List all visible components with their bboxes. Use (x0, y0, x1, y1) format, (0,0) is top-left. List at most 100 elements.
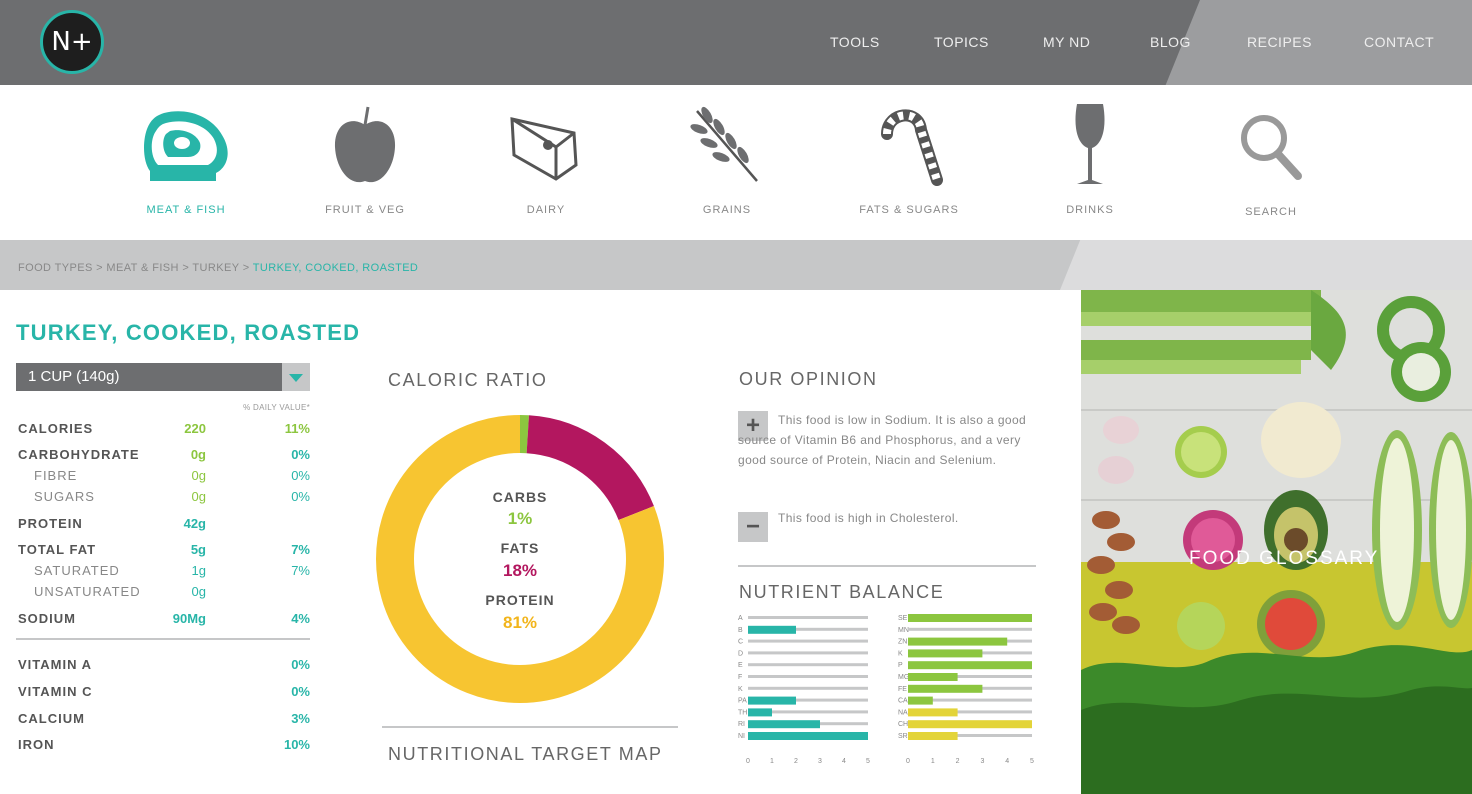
logo[interactable]: N+ (40, 10, 104, 74)
category-label: GRAINS (702, 204, 752, 216)
bar-label: P (898, 662, 903, 669)
nutrient-pct: 7% (291, 563, 310, 578)
category-drinks[interactable]: DRINKS (1030, 100, 1150, 216)
slice-label: CARBS (493, 489, 548, 505)
portion-select[interactable]: 1 CUP (140g) (16, 363, 310, 391)
nutrient-name: PROTEIN (18, 516, 83, 531)
bar-label: NA (898, 709, 908, 716)
bar-track (748, 651, 868, 655)
candy-cane-icon (881, 109, 943, 186)
chevron-down-icon[interactable] (282, 363, 310, 391)
vegetables-photo (1081, 290, 1472, 794)
tick-label: 3 (980, 758, 984, 765)
bar-track (748, 639, 868, 643)
nutritional-target-map-title: NUTRITIONAL TARGET MAP (388, 744, 663, 764)
nav-blog[interactable]: BLOG (1150, 34, 1191, 50)
category-fats-sugars[interactable]: FATS & SUGARS (849, 100, 969, 216)
divider (738, 565, 1036, 567)
bar-track (748, 686, 868, 690)
nav-contact[interactable]: CONTACT (1364, 34, 1434, 50)
bar-ca (908, 696, 933, 705)
nutrient-value: 1g (191, 563, 206, 578)
food-glossary-label[interactable]: FOOD GLOSSARY (1189, 548, 1379, 570)
nutrient-balance-title: NUTRIENT BALANCE (739, 582, 945, 602)
bar-k (908, 649, 983, 658)
bar-ch (908, 720, 1032, 729)
wine-glass-icon (1075, 104, 1105, 184)
search-icon (1241, 115, 1302, 180)
nutrient-name: CARBOHYDRATE (18, 447, 140, 462)
category-label: FATS & SUGARS (859, 204, 959, 216)
category-label: SEARCH (1245, 206, 1297, 218)
nutrient-pct: 0% (291, 447, 310, 462)
wheat-icon (690, 106, 758, 182)
vitamin-name: VITAMIN A (18, 657, 92, 672)
bar-track (748, 663, 868, 667)
nutrient-balance-chart: ABCDEFKPATHRINI0 1 2 3 4 5SEMNZNKPMGFECANACHS… (738, 614, 1034, 765)
bar-fe (908, 684, 983, 693)
bar-label: K (898, 650, 903, 657)
bar-label: MN (898, 627, 909, 634)
breadcrumb: FOOD TYPES > MEAT & FISH > TURKEY > TURK… (18, 262, 418, 274)
nav-recipes[interactable]: RECIPES (1247, 34, 1312, 50)
bar-label: E (738, 662, 743, 669)
bar-label: A (738, 615, 743, 622)
tick-label: 0 (746, 758, 750, 765)
nutrient-pct: 0% (291, 489, 310, 504)
bar-th (748, 708, 772, 717)
bar-label: MG (898, 674, 909, 681)
bar-label: PA (738, 698, 747, 705)
slice-value: 1% (508, 509, 533, 528)
bar-label: NI (738, 733, 745, 740)
bar-label: TH (738, 709, 747, 716)
bar-pa (748, 696, 796, 705)
category-label: DRINKS (1066, 204, 1114, 216)
opinion-positive-text: This food is low in Sodium. It is also a… (738, 413, 1027, 467)
nutrient-value: 5g (190, 542, 206, 557)
nutrient-value: 0g (191, 468, 206, 483)
bar-p (908, 661, 1032, 670)
nav-tools[interactable]: TOOLS (830, 34, 880, 50)
nav-my-nd[interactable]: MY ND (1043, 34, 1090, 50)
category-meat-fish[interactable]: MEAT & FISH (126, 100, 246, 216)
nutrient-row-protein: PROTEIN 42g (18, 516, 310, 536)
food-title: TURKEY, COOKED, ROASTED (16, 320, 361, 345)
nutrient-value: 42g (183, 516, 206, 531)
vitamin-name: CALCIUM (18, 711, 85, 726)
category-label: DAIRY (526, 204, 566, 216)
bar-sr (908, 732, 958, 740)
vitamin-pct: 0% (291, 684, 310, 699)
bar-track (908, 627, 1032, 631)
bar-label: F (738, 674, 742, 681)
nav-topics[interactable]: TOPICS (934, 34, 989, 50)
bar-track (748, 675, 868, 678)
vitamin-row-calcium: CALCIUM 3% (18, 711, 310, 731)
nutrient-value: 0g (190, 447, 206, 462)
logo-text: N+ (51, 27, 93, 57)
nutrient-row-total-fat: TOTAL FAT 5g 7% (18, 542, 310, 562)
nutrient-name: SUGARS (34, 489, 95, 504)
breadcrumb-current: TURKEY, COOKED, ROASTED (252, 262, 419, 274)
vitamin-row-iron: IRON 10% (18, 737, 310, 757)
tick-label: 4 (842, 758, 846, 765)
category-dairy[interactable]: DAIRY (486, 100, 606, 216)
category-search[interactable]: SEARCH (1211, 102, 1331, 218)
tick-label: 2 (956, 758, 960, 765)
slice-value: 18% (503, 561, 537, 580)
nutrient-value: 0g (191, 584, 206, 599)
vitamin-pct: 10% (283, 737, 310, 752)
minus-icon: − (738, 512, 768, 542)
steak-icon (144, 111, 228, 181)
bar-label: C (738, 639, 743, 646)
food-glossary-image[interactable] (1081, 290, 1472, 794)
apple-icon (334, 106, 396, 183)
tick-label: 1 (931, 758, 935, 765)
tick-label: 5 (1030, 758, 1034, 765)
nutrient-name: CALORIES (18, 421, 94, 436)
vitamin-row-a: VITAMIN A 0% (18, 657, 310, 677)
divider (16, 638, 310, 640)
bar-se (908, 614, 1032, 622)
breadcrumb-path[interactable]: FOOD TYPES > MEAT & FISH > TURKEY > (18, 262, 250, 274)
category-fruit-veg[interactable]: FRUIT & VEG (305, 100, 425, 216)
category-grains[interactable]: GRAINS (667, 100, 787, 216)
